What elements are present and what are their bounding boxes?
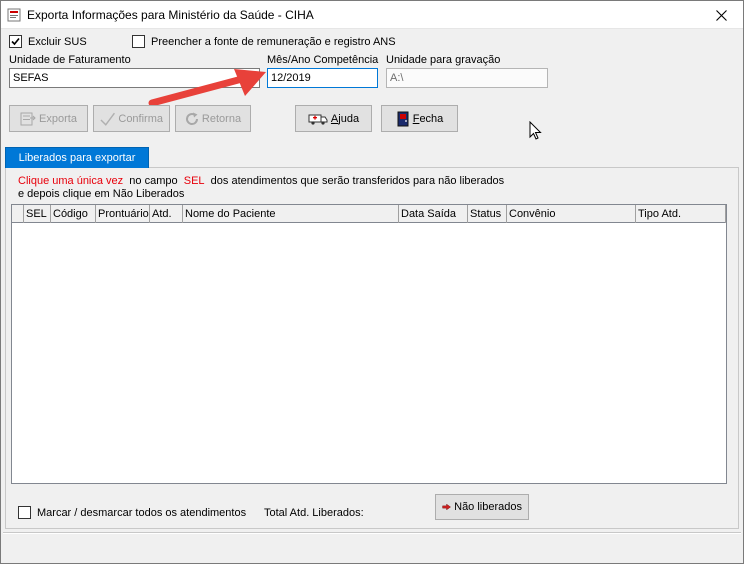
- window-title: Exporta Informações para Ministério da S…: [27, 8, 314, 22]
- ajuda-button[interactable]: Ajuda: [295, 105, 372, 132]
- unidade-gravacao-label: Unidade para gravação: [386, 54, 501, 66]
- ajuda-label: juda: [338, 112, 360, 125]
- grid-indicator-header: [12, 205, 24, 223]
- mouse-cursor-icon: [529, 121, 542, 140]
- nao-liberados-label: Não liberados: [454, 501, 522, 513]
- instruction-part4: dos atendimentos que serão transferidos …: [210, 175, 505, 187]
- close-button[interactable]: [699, 1, 743, 29]
- col-header-tipo-atd[interactable]: Tipo Atd.: [636, 205, 726, 223]
- marcar-todos-option[interactable]: Marcar / desmarcar todos os atendimentos: [18, 506, 246, 519]
- col-header-sel[interactable]: SEL: [24, 205, 51, 223]
- checkmark-icon: [11, 37, 20, 46]
- preencher-fonte-label: Preencher a fonte de remuneração e regis…: [151, 35, 396, 48]
- arrow-right-icon: [442, 503, 451, 511]
- instruction-sel: SEL: [183, 175, 205, 187]
- check-icon: [100, 112, 115, 126]
- exit-door-icon: [397, 111, 409, 126]
- export-window: Exporta Informações para Ministério da S…: [0, 0, 744, 564]
- annotation-arrow-icon: [148, 69, 266, 107]
- marcar-todos-checkbox[interactable]: [18, 506, 31, 519]
- total-liberados-label: Total Atd. Liberados:: [264, 507, 364, 519]
- export-icon: [20, 112, 36, 126]
- status-divider-highlight: [3, 533, 741, 534]
- exporta-label: Exporta: [39, 112, 77, 125]
- retorna-label: Retorna: [201, 112, 242, 125]
- col-header-status[interactable]: Status: [468, 205, 507, 223]
- mes-ano-label: Mês/Ano Competência: [267, 54, 379, 66]
- instruction-part1: Clique uma única vez: [18, 175, 124, 187]
- fecha-label: echa: [419, 112, 444, 125]
- close-icon: [715, 9, 727, 21]
- instruction-line2: e depois clique em Não Liberados: [18, 188, 185, 200]
- app-icon: [7, 8, 21, 22]
- ambulance-icon: [308, 114, 328, 125]
- mes-ano-field[interactable]: [267, 68, 378, 88]
- col-header-nome-paciente[interactable]: Nome do Paciente: [183, 205, 399, 223]
- preencher-fonte-checkbox[interactable]: [132, 35, 145, 48]
- excluir-sus-option[interactable]: Excluir SUS: [9, 35, 87, 48]
- atendimentos-grid[interactable]: SEL Código Prontuário Atd. Nome do Pacie…: [11, 204, 727, 484]
- retorna-button[interactable]: Retorna: [175, 105, 251, 132]
- col-header-prontuario[interactable]: Prontuário: [96, 205, 150, 223]
- refresh-icon: [185, 112, 198, 125]
- fecha-button[interactable]: Fecha: [381, 105, 458, 132]
- title-bar: Exporta Informações para Ministério da S…: [1, 1, 743, 29]
- unidade-gravacao-field[interactable]: [386, 68, 548, 88]
- instruction-part2: no campo: [129, 175, 178, 187]
- excluir-sus-label: Excluir SUS: [28, 35, 87, 48]
- unidade-faturamento-label: Unidade de Faturamento: [9, 54, 131, 66]
- grid-header: SEL Código Prontuário Atd. Nome do Pacie…: [12, 205, 726, 223]
- col-header-codigo[interactable]: Código: [51, 205, 96, 223]
- nao-liberados-button[interactable]: Não liberados: [435, 494, 529, 520]
- confirma-label: Confirma: [118, 112, 163, 125]
- tab-liberados[interactable]: Liberados para exportar: [5, 147, 149, 168]
- preencher-fonte-option[interactable]: Preencher a fonte de remuneração e regis…: [132, 35, 396, 48]
- marcar-todos-label: Marcar / desmarcar todos os atendimentos: [37, 506, 247, 519]
- col-header-convenio[interactable]: Convênio: [507, 205, 636, 223]
- confirma-button[interactable]: Confirma: [93, 105, 170, 132]
- excluir-sus-checkbox[interactable]: [9, 35, 22, 48]
- exporta-button[interactable]: Exporta: [9, 105, 88, 132]
- col-header-atd[interactable]: Atd.: [150, 205, 183, 223]
- instructions-text: Clique uma única vez no campo SEL dos at…: [18, 175, 504, 201]
- col-header-data-saida[interactable]: Data Saída: [399, 205, 468, 223]
